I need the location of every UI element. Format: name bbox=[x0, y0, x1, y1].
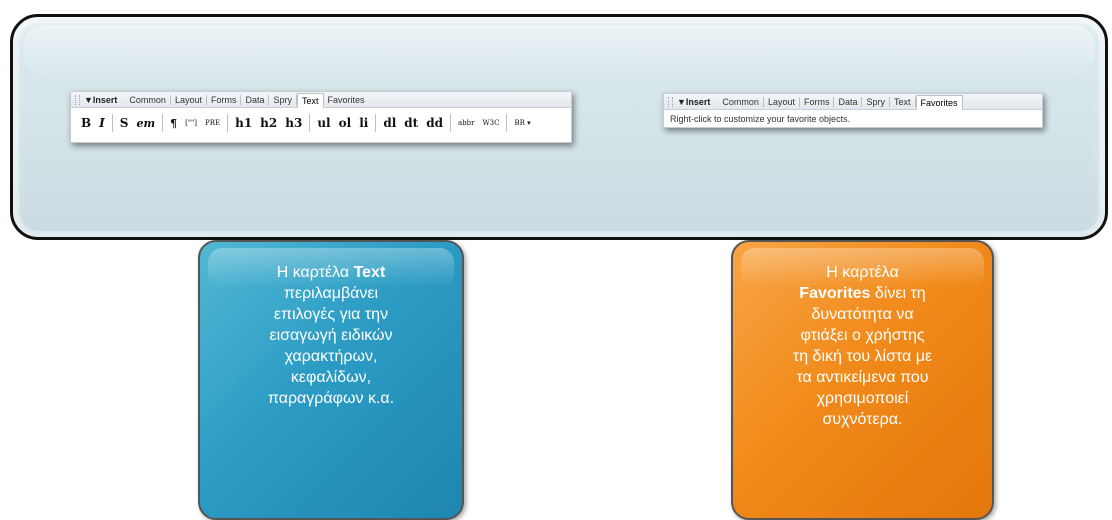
heading3-button[interactable]: h3 bbox=[281, 116, 306, 130]
tab-layout[interactable]: Layout bbox=[764, 96, 800, 107]
acronym-button[interactable]: W3C bbox=[478, 119, 503, 127]
italic-button[interactable]: I bbox=[95, 116, 109, 130]
chevron-down-icon: ▾ bbox=[524, 119, 531, 127]
ordered-list-button[interactable]: ol bbox=[335, 116, 356, 130]
abbreviation-button[interactable]: abbr bbox=[454, 119, 478, 127]
insert-panel-toggle[interactable]: ▼Insert bbox=[84, 95, 117, 105]
tab-text[interactable]: Text bbox=[297, 93, 324, 108]
unordered-list-button[interactable]: ul bbox=[313, 116, 334, 130]
separator bbox=[449, 114, 451, 132]
strong-button[interactable]: S bbox=[116, 116, 133, 130]
characters-dropdown-button[interactable]: BR ▾ bbox=[510, 119, 534, 127]
tab-common[interactable]: Common bbox=[718, 96, 764, 107]
tab-data[interactable]: Data bbox=[834, 96, 863, 107]
bold-button[interactable]: B bbox=[77, 116, 95, 130]
separator bbox=[506, 114, 508, 132]
paragraph-button[interactable]: ¶ bbox=[166, 117, 181, 130]
separator bbox=[309, 114, 311, 132]
callout-prefix: Η καρτέλα bbox=[276, 264, 354, 281]
callout-strong-label: Favorites bbox=[799, 285, 871, 302]
blockquote-button[interactable]: [""] bbox=[181, 119, 201, 127]
tab-data[interactable]: Data bbox=[241, 94, 270, 105]
callout-text-body: Η καρτέλα Favorites δίνει τη δυνατότητα … bbox=[793, 262, 933, 430]
definition-term-button[interactable]: dt bbox=[400, 116, 422, 130]
tab-forms[interactable]: Forms bbox=[800, 96, 835, 107]
insert-tab-row: ▼Insert Common Layout Forms Data Spry Te… bbox=[71, 92, 571, 108]
tab-layout[interactable]: Layout bbox=[171, 94, 207, 105]
text-buttons-row: B I S em ¶ [""] PRE h1 h2 h3 ul ol li dl… bbox=[71, 108, 571, 138]
insert-tab-row: ▼Insert Common Layout Forms Data Spry Te… bbox=[664, 94, 1042, 110]
tab-favorites[interactable]: Favorites bbox=[324, 95, 369, 105]
callout-description: δίνει τη δυνατότητα να φτιάξει ο χρήστης… bbox=[792, 285, 933, 428]
em-button[interactable]: em bbox=[132, 117, 159, 130]
list-item-button[interactable]: li bbox=[355, 116, 372, 130]
heading1-button[interactable]: h1 bbox=[231, 116, 256, 130]
callout-text-body: Η καρτέλα Text περιλαμβάνει επιλογές για… bbox=[266, 262, 396, 409]
text-tab-callout: Η καρτέλα Text περιλαμβάνει επιλογές για… bbox=[198, 240, 464, 520]
separator bbox=[375, 114, 377, 132]
preformatted-button[interactable]: PRE bbox=[201, 119, 224, 127]
separator bbox=[227, 114, 229, 132]
tab-spry[interactable]: Spry bbox=[862, 96, 890, 107]
characters-label: BR bbox=[514, 119, 525, 127]
tab-common[interactable]: Common bbox=[125, 94, 171, 105]
definition-description-button[interactable]: dd bbox=[422, 116, 447, 130]
separator bbox=[162, 114, 164, 132]
separator bbox=[111, 114, 113, 132]
tab-text[interactable]: Text bbox=[890, 96, 916, 107]
tab-spry[interactable]: Spry bbox=[269, 94, 297, 105]
tab-favorites[interactable]: Favorites bbox=[915, 95, 963, 110]
favorites-hint-text: Right-click to customize your favorite o… bbox=[670, 114, 851, 124]
grip-handle-icon[interactable] bbox=[668, 96, 673, 107]
insert-panel-toggle[interactable]: ▼Insert bbox=[677, 97, 710, 107]
grip-handle-icon[interactable] bbox=[75, 94, 80, 105]
favorites-tab-callout: Η καρτέλα Favorites δίνει τη δυνατότητα … bbox=[731, 240, 994, 520]
tab-forms[interactable]: Forms bbox=[207, 94, 242, 105]
callout-description: περιλαμβάνει επιλογές για την εισαγωγή ε… bbox=[267, 285, 395, 407]
heading2-button[interactable]: h2 bbox=[256, 116, 281, 130]
insert-panel-text: ▼Insert Common Layout Forms Data Spry Te… bbox=[70, 91, 572, 143]
definition-list-button[interactable]: dl bbox=[379, 116, 400, 130]
callout-prefix: Η καρτέλα bbox=[826, 264, 899, 281]
callout-strong-label: Text bbox=[353, 264, 386, 281]
insert-panel-favorites: ▼Insert Common Layout Forms Data Spry Te… bbox=[663, 93, 1043, 128]
